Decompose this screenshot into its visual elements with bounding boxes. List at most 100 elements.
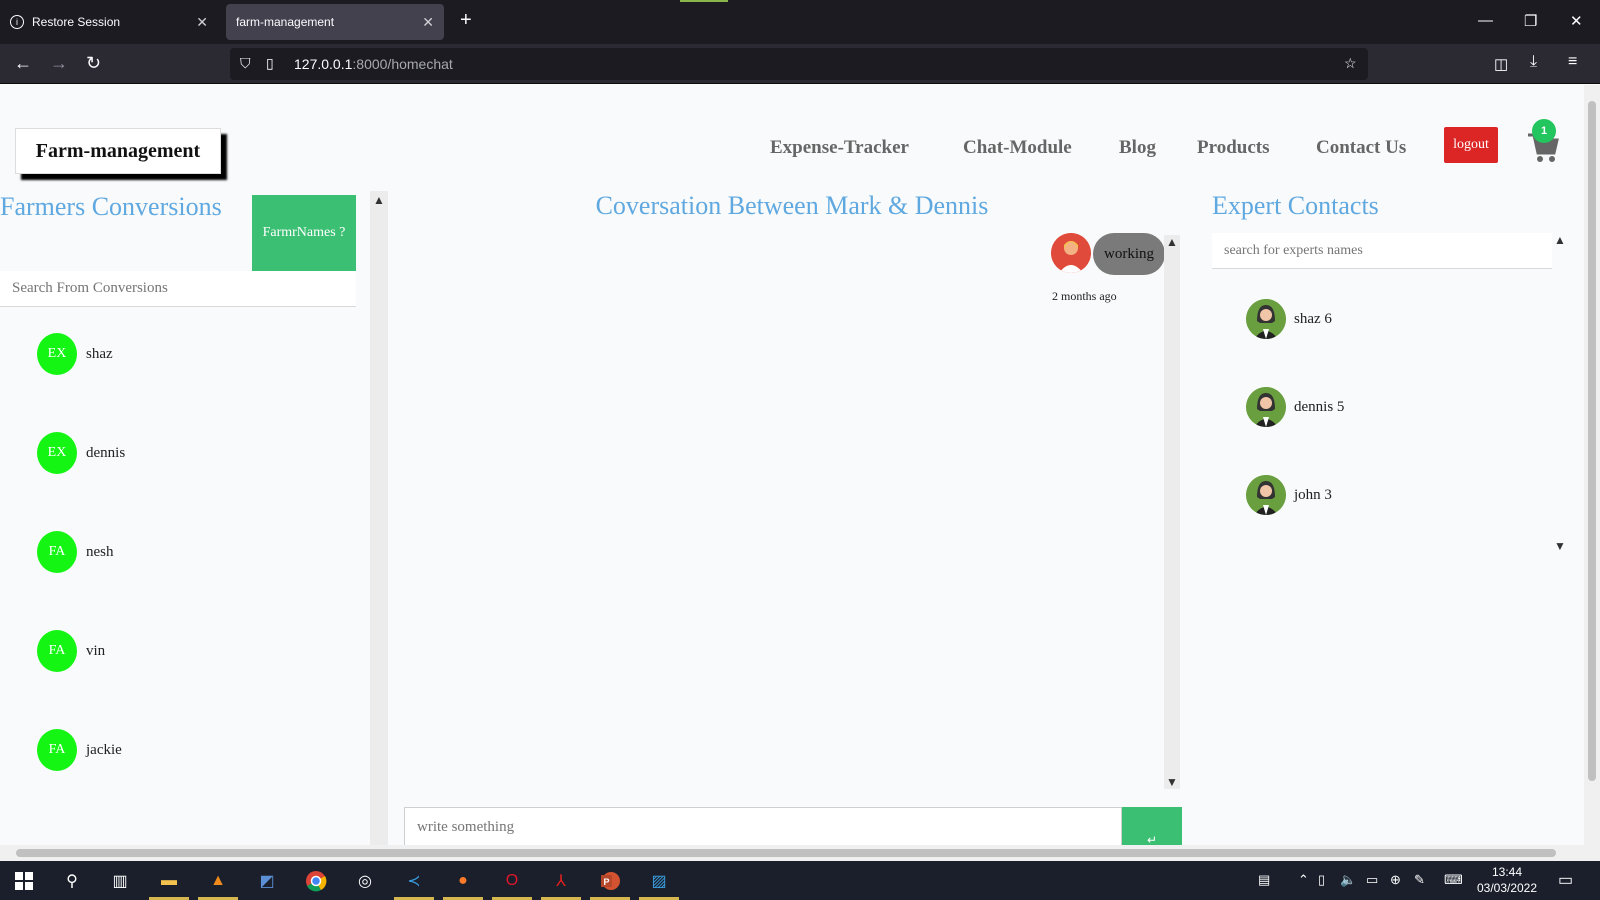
expert-item[interactable]: john 3 <box>1246 475 1332 515</box>
menu-icon[interactable]: ≡ <box>1568 53 1577 71</box>
pocket-icon[interactable]: ◫ <box>1494 55 1508 73</box>
conversations-search-input[interactable] <box>0 271 356 307</box>
conversation-item[interactable]: EX dennis <box>37 432 125 474</box>
avatar <box>1246 299 1286 339</box>
pycharm-icon[interactable]: ◩ <box>253 867 281 895</box>
tab-farm-management[interactable]: farm-management ✕ <box>226 4 444 40</box>
site-brand-logo[interactable]: Farm-management <box>15 128 221 174</box>
expert-item[interactable]: dennis 5 <box>1246 387 1344 427</box>
avatar: FA <box>37 630 77 672</box>
farmr-names-button[interactable]: FarmrNames ? <box>252 195 356 271</box>
expert-item[interactable]: shaz 6 <box>1246 299 1332 339</box>
message-avatar <box>1051 233 1091 273</box>
page-vertical-scrollbar[interactable] <box>1584 85 1600 845</box>
back-icon[interactable]: ← <box>14 53 32 74</box>
browser-tab-bar: i Restore Session ✕ farm-management ✕ + … <box>0 0 1600 44</box>
conversation-item[interactable]: FA jackie <box>37 729 122 771</box>
system-clock[interactable]: 13:44 03/03/2022 <box>1472 864 1542 896</box>
download-icon[interactable]: ⤓ <box>1530 53 1537 71</box>
nav-contact-us[interactable]: Contact Us <box>1316 137 1406 159</box>
scrollbar-thumb[interactable] <box>16 849 1556 857</box>
page-viewport: Farm-management Expense-Tracker Chat-Mod… <box>0 85 1584 845</box>
tab-restore-session[interactable]: i Restore Session ✕ <box>0 4 218 40</box>
nav-blog[interactable]: Blog <box>1119 137 1156 159</box>
scroll-down-icon[interactable]: ▼ <box>1166 775 1178 789</box>
chat-message-input[interactable] <box>404 807 1122 845</box>
network-icon[interactable]: ⊕ <box>1390 872 1401 888</box>
page-horizontal-scrollbar[interactable] <box>0 845 1600 861</box>
avatar: EX <box>37 333 77 375</box>
logout-button[interactable]: logout <box>1444 127 1498 163</box>
media-player-icon[interactable]: ◎ <box>351 867 379 895</box>
expert-name: shaz 6 <box>1294 310 1332 327</box>
browser-nav-bar: ← → ↻ ⛉ ▯ 127.0.0.1:8000/homechat ☆ ◫ ⤓ … <box>0 44 1600 84</box>
photos-icon[interactable]: ▨ <box>645 867 673 895</box>
chrome-icon[interactable] <box>302 867 330 895</box>
clock-time: 13:44 <box>1491 865 1523 879</box>
expert-name: dennis 5 <box>1294 398 1345 415</box>
scroll-down-icon[interactable]: ▼ <box>1554 539 1566 553</box>
firefox-icon[interactable]: ● <box>449 867 477 895</box>
conversation-name: jackie <box>86 741 122 758</box>
show-hidden-icons-icon[interactable]: ⌃ <box>1298 872 1309 888</box>
opera-icon[interactable]: O <box>498 867 526 895</box>
close-icon[interactable]: ✕ <box>422 14 434 31</box>
send-button[interactable]: ↵ <box>1122 807 1182 845</box>
nav-products[interactable]: Products <box>1197 137 1269 159</box>
send-icon: ↵ <box>1146 833 1158 845</box>
tab-label: Restore Session <box>32 15 121 29</box>
device-icon[interactable]: ▯ <box>1318 872 1325 888</box>
reload-icon[interactable]: ↻ <box>86 53 101 74</box>
conversations-scrollbar[interactable]: ▲ <box>370 191 388 845</box>
powerpoint-icon[interactable]: P <box>596 867 624 895</box>
search-icon[interactable]: ⚲ <box>58 867 86 895</box>
message-timestamp: 2 months ago <box>1052 289 1117 303</box>
windows-start-icon[interactable] <box>10 867 38 895</box>
vlc-icon[interactable]: ▲ <box>204 867 232 895</box>
forward-icon[interactable]: → <box>50 53 68 74</box>
task-view-icon[interactable]: ▥ <box>106 867 134 895</box>
experts-search-input[interactable] <box>1212 233 1552 269</box>
chat-scrollbar[interactable]: ▲ ▼ <box>1164 235 1180 789</box>
svg-text:P: P <box>604 877 610 887</box>
nav-chat-module[interactable]: Chat-Module <box>963 137 1072 159</box>
shield-icon[interactable]: ⛉ <box>240 55 251 72</box>
keyboard-icon[interactable]: ⌨ <box>1444 872 1463 888</box>
info-icon: i <box>10 15 24 29</box>
notifications-icon[interactable]: ▭ <box>1558 870 1573 890</box>
scroll-up-icon[interactable]: ▲ <box>1554 233 1566 247</box>
file-explorer-icon[interactable]: ▬ <box>155 867 183 895</box>
expert-contacts-title: Expert Contacts <box>1212 191 1379 220</box>
windows-taskbar: ⚲ ▥ ▬ ▲ ◩ ◎ ≺ ● O ⅄ P ▨ ▤ ⌃ ▯ 🔈 ▭ ⊕ ✎ ⌨ … <box>0 861 1600 900</box>
close-icon[interactable]: ✕ <box>196 14 208 31</box>
volume-icon[interactable]: 🔈 <box>1340 872 1356 888</box>
avatar: FA <box>37 531 77 573</box>
conversation-name: vin <box>86 642 106 659</box>
minimize-icon[interactable]: — <box>1478 12 1493 29</box>
new-tab-icon[interactable]: + <box>460 9 472 32</box>
conversation-item[interactable]: FA vin <box>37 630 105 672</box>
tab-accent-line <box>680 0 728 2</box>
pen-icon[interactable]: ✎ <box>1414 872 1425 888</box>
farmers-conversions-title: Farmers Conversions <box>0 192 222 221</box>
experts-scrollbar[interactable]: ▲ ▼ <box>1552 233 1568 553</box>
close-window-icon[interactable]: ✕ <box>1570 12 1583 30</box>
scroll-up-icon[interactable]: ▲ <box>1166 235 1178 249</box>
news-widget-icon[interactable]: ▤ <box>1258 872 1270 888</box>
url-bar[interactable]: ⛉ ▯ 127.0.0.1:8000/homechat ☆ <box>230 48 1368 80</box>
avatar: EX <box>37 432 77 474</box>
vscode-icon[interactable]: ≺ <box>400 867 428 895</box>
acrobat-icon[interactable]: ⅄ <box>547 867 575 895</box>
tab-label: farm-management <box>236 15 335 29</box>
avatar: FA <box>37 729 77 771</box>
restore-window-icon[interactable]: ❐ <box>1524 12 1537 30</box>
conversation-item[interactable]: FA nesh <box>37 531 114 573</box>
nav-expense-tracker[interactable]: Expense-Tracker <box>770 137 909 159</box>
scrollbar-thumb[interactable] <box>1588 101 1596 781</box>
conversation-item[interactable]: EX shaz <box>37 333 113 375</box>
conversation-name: shaz <box>86 345 113 362</box>
battery-icon[interactable]: ▭ <box>1366 872 1378 888</box>
scroll-up-icon[interactable]: ▲ <box>373 193 385 207</box>
bookmark-star-icon[interactable]: ☆ <box>1344 55 1357 72</box>
url-path: :8000/homechat <box>352 56 453 72</box>
